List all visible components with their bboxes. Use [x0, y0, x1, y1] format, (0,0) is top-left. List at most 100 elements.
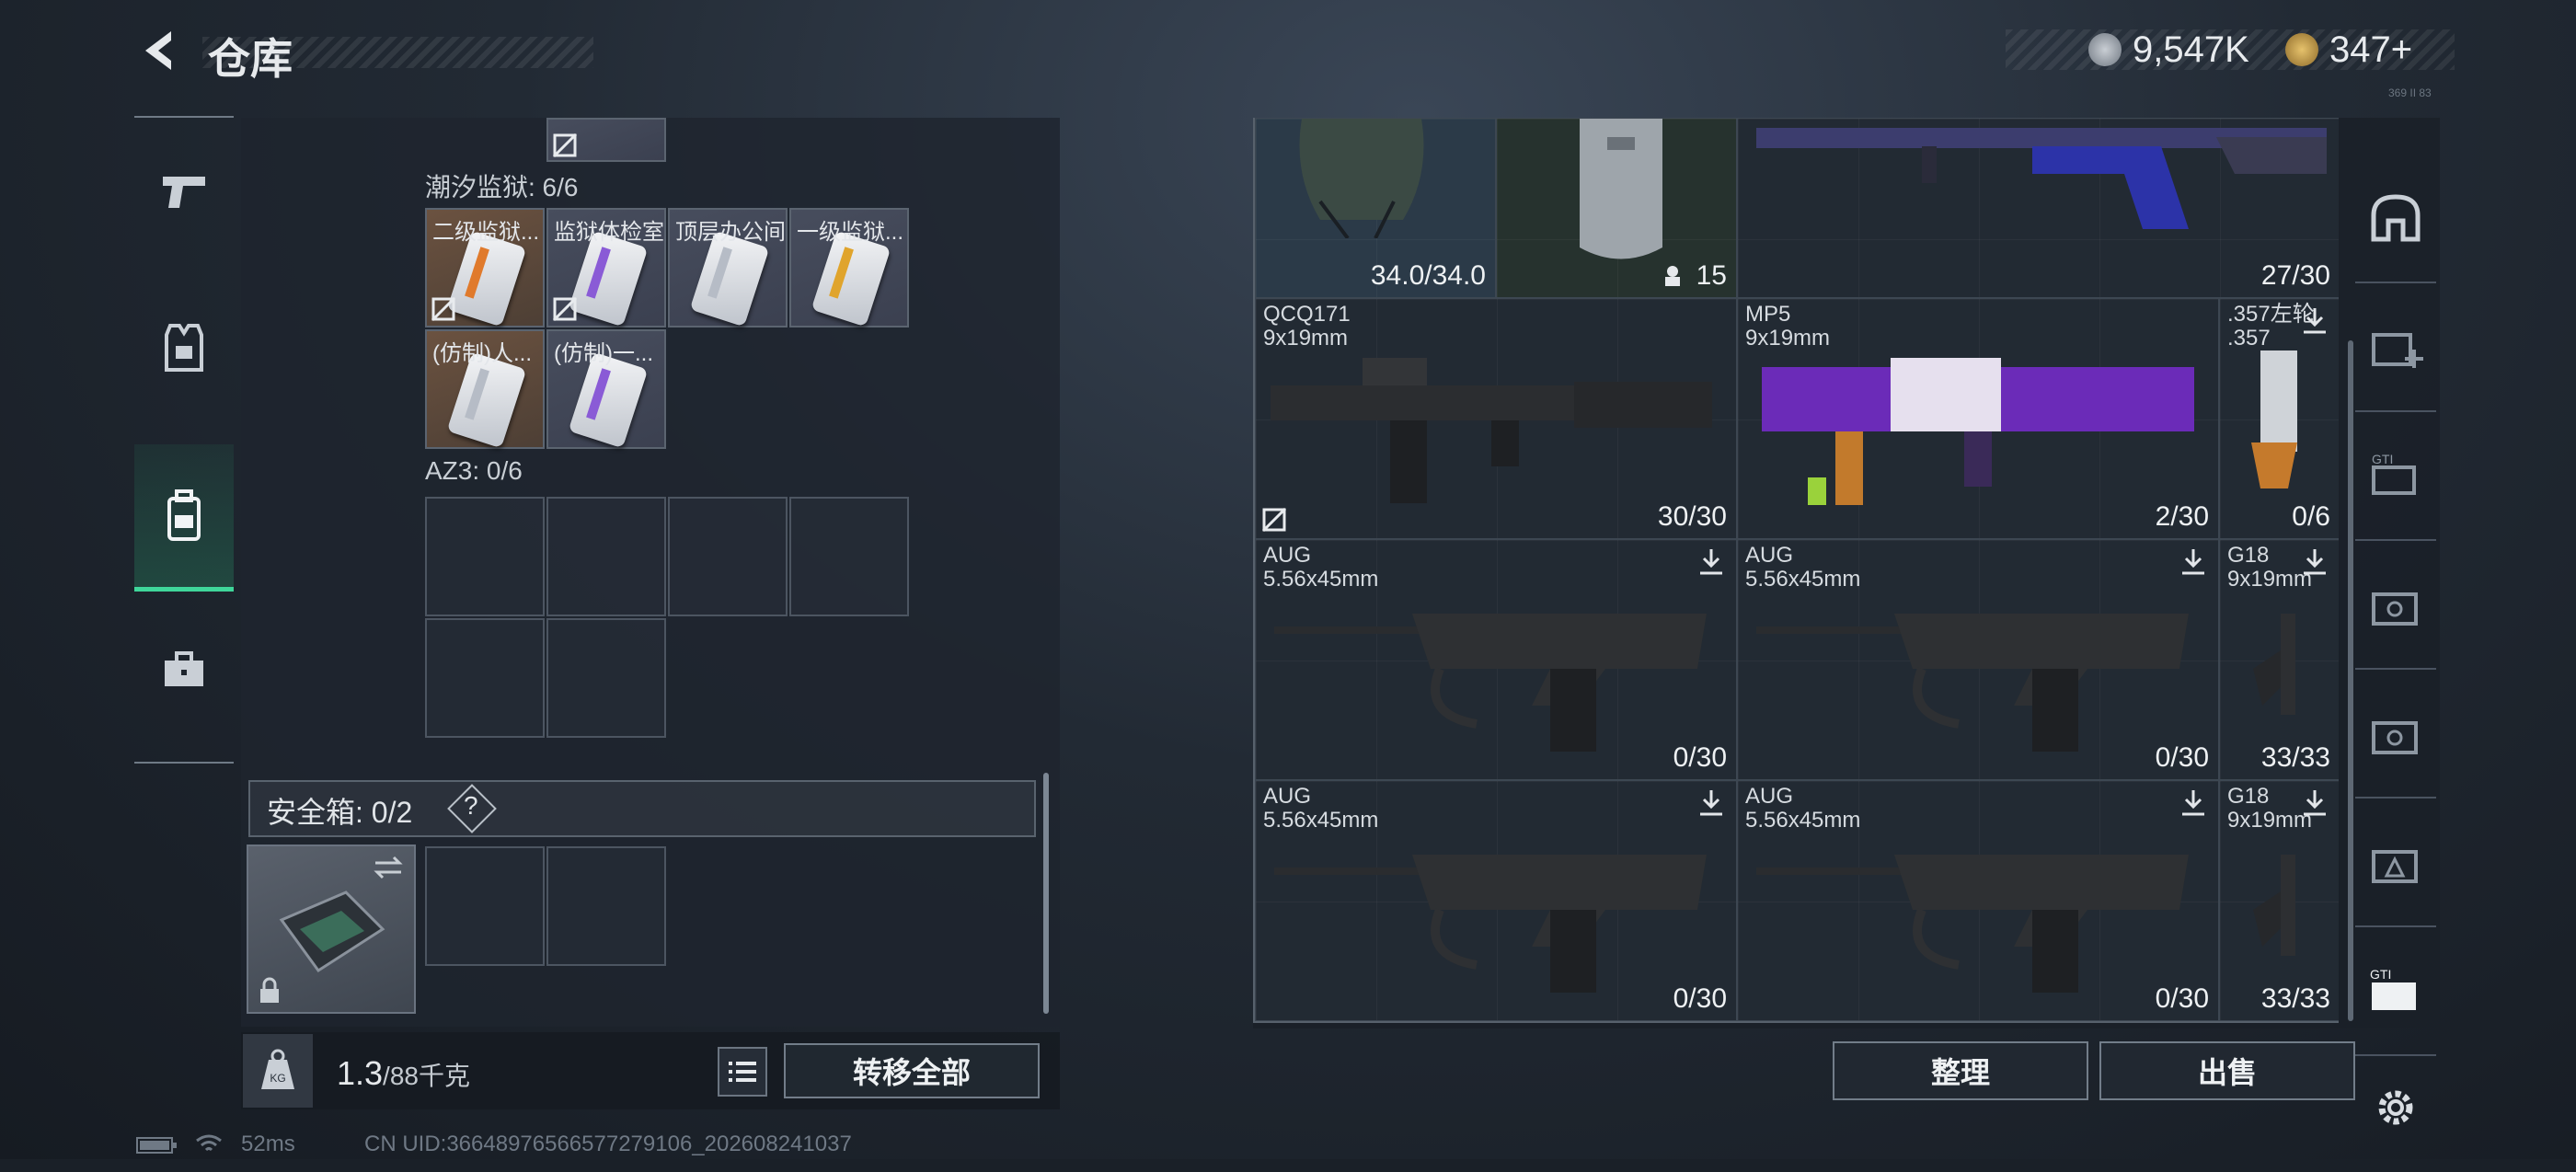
container-tab-t5[interactable]	[2355, 541, 2436, 670]
weapon-caliber: 9x19mm	[2227, 567, 2313, 592]
backpack-cell[interactable]: 15	[1496, 118, 1737, 298]
currency-gold-value[interactable]: 347+	[2329, 29, 2412, 71]
download-icon[interactable]	[2179, 547, 2207, 577]
no-loss-icon	[431, 296, 456, 322]
ammo-count: 33/33	[2260, 742, 2330, 773]
nav-weapons[interactable]	[134, 118, 234, 265]
keycard-cell[interactable]: 二级监狱...	[425, 208, 545, 327]
left-category-nav	[134, 116, 234, 764]
item-name: (仿制)人...	[432, 341, 532, 366]
empty-slot[interactable]	[425, 618, 545, 738]
t1-add-icon	[2372, 333, 2423, 368]
item-cell-partial[interactable]	[546, 118, 666, 162]
weapon-model: AUG	[1263, 543, 1312, 568]
keycard-cell[interactable]: 一级监狱...	[789, 208, 909, 327]
container-tab-t1[interactable]	[2355, 283, 2436, 412]
ammo-count: 2/30	[2155, 501, 2209, 532]
weapon-caliber: 9x19mm	[2227, 808, 2313, 833]
empty-slot[interactable]	[425, 497, 545, 616]
keycard-cell[interactable]: (仿制)人...	[425, 329, 545, 449]
sell-button[interactable]: 出售	[2099, 1041, 2355, 1100]
pistol-icon	[163, 177, 205, 208]
t3-icon	[2372, 850, 2418, 883]
item-name: 顶层办公间	[675, 220, 786, 245]
empty-slot[interactable]	[546, 497, 666, 616]
rifle-image	[1756, 855, 2189, 993]
keycard-cell[interactable]: 监狱体检室	[546, 208, 666, 327]
safe-case-slot[interactable]	[247, 845, 416, 1014]
weight-max: /88千克	[383, 1062, 470, 1090]
nav-backpack[interactable]	[134, 444, 234, 592]
ammo-count: 0/30	[2155, 742, 2209, 773]
ammo-count: 0/30	[2155, 983, 2209, 1014]
download-icon[interactable]	[2301, 547, 2329, 577]
weapon-model: AUG	[1745, 784, 1794, 809]
toolbox-icon	[165, 651, 203, 686]
weapon-name: AUG 5.56x45mm	[1263, 544, 1378, 592]
helmet-cell[interactable]: 34.0/34.0	[1255, 118, 1496, 298]
download-icon[interactable]	[1697, 788, 1725, 818]
weapon-cell-aug[interactable]: AUG 5.56x45mm 0/30	[1255, 780, 1737, 1021]
ammo-count: 0/6	[2292, 501, 2330, 532]
pistol-image	[2253, 614, 2295, 715]
currency-silver-value: 9,547K	[2133, 29, 2249, 70]
settings-button[interactable]	[2355, 1043, 2436, 1172]
nav-vest[interactable]	[134, 274, 234, 421]
back-arrow-icon[interactable]	[136, 28, 182, 74]
list-view-button[interactable]	[718, 1047, 767, 1097]
empty-slot[interactable]	[668, 497, 788, 616]
wifi-icon	[196, 1134, 222, 1152]
item-name: 二级监狱...	[432, 220, 540, 245]
container-tab-t4[interactable]	[2355, 670, 2436, 799]
weapon-model: AUG	[1263, 784, 1312, 809]
container-tab-gti[interactable]: GTI	[2355, 412, 2436, 541]
organize-button[interactable]: 整理	[1833, 1041, 2088, 1100]
ping-text: 52ms	[241, 1132, 295, 1156]
no-loss-icon	[1261, 507, 1287, 533]
capacity-icon	[1665, 266, 1680, 286]
container-tab-helmet[interactable]	[2355, 155, 2436, 283]
weapon-cell-g18[interactable]: G18 9x19mm 33/33	[2219, 780, 2339, 1021]
download-icon[interactable]	[2179, 788, 2207, 818]
ammo-count: 33/33	[2260, 983, 2330, 1014]
container-tab-t3[interactable]	[2355, 799, 2436, 927]
download-icon[interactable]	[2301, 788, 2329, 818]
helmet-slot-icon	[2371, 194, 2421, 242]
ammo-count: 0/30	[1673, 983, 1727, 1014]
weapon-model: MP5	[1745, 302, 1791, 327]
weapon-cell-aug[interactable]: AUG 5.56x45mm 0/30	[1737, 780, 2219, 1021]
ammo-count: 0/30	[1673, 742, 1727, 773]
list-icon	[729, 1062, 756, 1082]
swap-icon[interactable]	[372, 854, 405, 881]
gear-scrollbar[interactable]	[2348, 340, 2353, 1021]
weapon-cell-qcq171[interactable]: QCQ171 9x19mm 30/30	[1255, 298, 1737, 539]
transfer-all-button[interactable]: 转移全部	[784, 1043, 1040, 1098]
weapon-cell-top[interactable]: 27/30	[1737, 118, 2339, 298]
weapon-cell-mp5[interactable]: MP5 9x19mm 2/30	[1737, 298, 2219, 539]
keycard-cell[interactable]: (仿制)一...	[546, 329, 666, 449]
section-label-tidal-prison: 潮汐监狱: 6/6	[425, 173, 579, 201]
rifle-image	[1274, 855, 1707, 993]
empty-slot[interactable]	[789, 497, 909, 616]
weapon-cell-revolver[interactable]: .357左轮 .357 0/6	[2219, 298, 2339, 539]
item-name: 一级监狱...	[797, 220, 904, 245]
empty-slot[interactable]	[546, 846, 666, 966]
t5-icon	[2372, 592, 2418, 626]
stash-scrollbar[interactable]	[1043, 773, 1049, 1014]
container-tab-gti-active[interactable]: GTI	[2355, 927, 2436, 1056]
backpack-icon	[167, 488, 201, 541]
page-title: 仓库	[208, 35, 293, 83]
download-icon[interactable]	[2301, 306, 2329, 336]
ammo-count: 27/30	[2260, 260, 2330, 291]
empty-slot[interactable]	[546, 618, 666, 738]
nav-toolbox[interactable]	[134, 596, 234, 743]
weapon-model: QCQ171	[1263, 302, 1351, 327]
weapon-cell-aug[interactable]: AUG 5.56x45mm 0/30	[1255, 539, 1737, 780]
weapon-cell-g18[interactable]: G18 9x19mm 33/33	[2219, 539, 2339, 780]
weapon-cell-aug[interactable]: AUG 5.56x45mm 0/30	[1737, 539, 2219, 780]
keycard-cell[interactable]: 顶层办公间	[668, 208, 788, 327]
rifle-image	[1756, 128, 2327, 229]
small-code-text: 369 II 83	[2388, 86, 2432, 99]
download-icon[interactable]	[1697, 547, 1725, 577]
empty-slot[interactable]	[425, 846, 545, 966]
